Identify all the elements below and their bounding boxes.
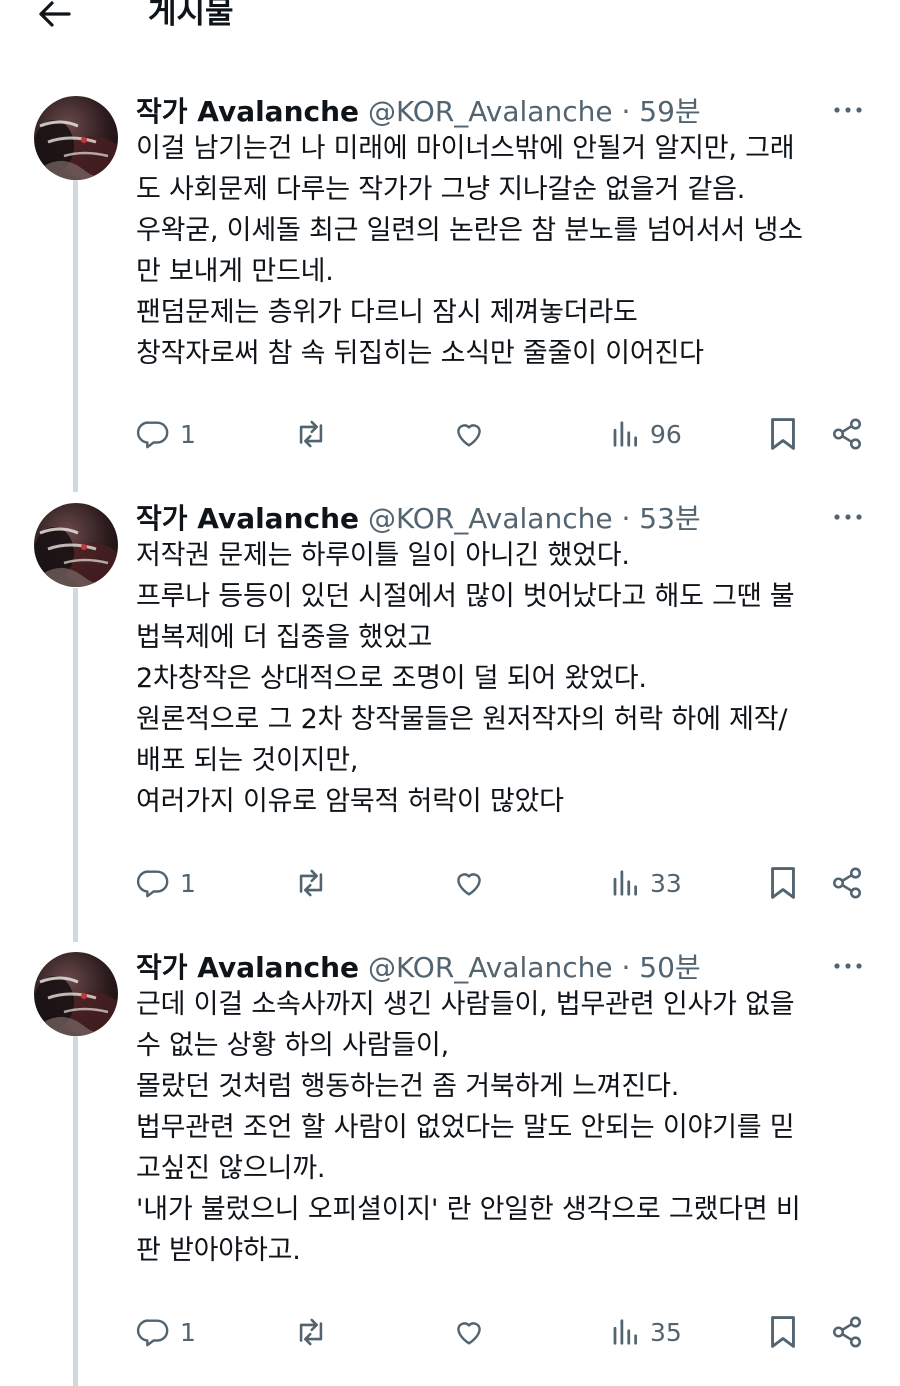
- timestamp[interactable]: 50분: [639, 951, 700, 984]
- page-title: 게시물: [148, 0, 234, 31]
- avatar-artwork: [34, 527, 118, 587]
- repost-button[interactable]: [292, 412, 340, 456]
- avatar[interactable]: [34, 952, 118, 1036]
- like-button[interactable]: [451, 861, 497, 905]
- avatar-artwork: [34, 120, 118, 180]
- like-button[interactable]: [451, 1310, 497, 1354]
- repost-icon: [299, 869, 323, 897]
- repost-icon: [299, 420, 323, 448]
- share-icon: [832, 1316, 862, 1348]
- repost-button[interactable]: [292, 1310, 340, 1354]
- bookmark-icon: [771, 867, 795, 899]
- like-icon: [457, 873, 481, 896]
- share-button[interactable]: [830, 412, 864, 456]
- tweet-actions-bar: 1 35: [0, 1310, 900, 1354]
- reply-count: 1: [180, 419, 196, 449]
- share-button[interactable]: [830, 861, 864, 905]
- tweet-text: 근데 이걸 소속사까지 생긴 사람들이, 법무관련 인사가 없을 수 없는 상황…: [136, 989, 801, 1266]
- views-count: 33: [650, 868, 682, 898]
- views-icon: [613, 870, 637, 896]
- views-count: 35: [650, 1317, 682, 1347]
- more-options-button[interactable]: [830, 98, 866, 122]
- more-icon: [834, 514, 862, 520]
- arrow-left-icon: [39, 1, 71, 27]
- tweet-actions-bar: 1 33: [0, 861, 900, 905]
- bookmark-button[interactable]: [768, 412, 798, 456]
- reply-icon: [136, 870, 169, 898]
- author-handle[interactable]: @KOR_Avalanche: [368, 95, 613, 128]
- top-bar: 게시물: [0, 0, 900, 40]
- separator-dot: ·: [621, 502, 631, 535]
- tweet-header: 작가 Avalanche @KOR_Avalanche · 53분: [136, 501, 701, 537]
- back-button[interactable]: [36, 0, 72, 28]
- reply-button[interactable]: 1: [136, 861, 196, 905]
- tweet-header: 작가 Avalanche @KOR_Avalanche · 59분: [136, 94, 701, 130]
- bookmark-icon: [771, 418, 795, 450]
- like-button[interactable]: [451, 412, 497, 456]
- more-options-button[interactable]: [830, 505, 866, 529]
- separator-dot: ·: [621, 951, 631, 984]
- tweet-header: 작가 Avalanche @KOR_Avalanche · 50분: [136, 950, 701, 986]
- share-icon: [832, 418, 862, 450]
- views-icon: [613, 421, 637, 447]
- like-icon: [457, 1322, 481, 1345]
- reply-button[interactable]: 1: [136, 1310, 196, 1354]
- bookmark-icon: [771, 1316, 795, 1348]
- tweet[interactable]: 작가 Avalanche @KOR_Avalanche · 59분 이걸 남기는건…: [0, 94, 900, 526]
- reply-count: 1: [180, 1317, 196, 1347]
- share-icon: [832, 867, 862, 899]
- views-count: 96: [650, 419, 682, 449]
- author-name[interactable]: 작가 Avalanche: [136, 95, 359, 128]
- views-button[interactable]: 96: [610, 412, 682, 456]
- timestamp[interactable]: 53분: [639, 502, 700, 535]
- reply-icon: [136, 421, 169, 449]
- more-icon: [834, 963, 862, 969]
- reply-count: 1: [180, 868, 196, 898]
- timestamp[interactable]: 59분: [639, 95, 700, 128]
- views-icon: [613, 1319, 637, 1345]
- share-button[interactable]: [830, 1310, 864, 1354]
- avatar-artwork: [34, 976, 118, 1036]
- avatar[interactable]: [34, 96, 118, 180]
- repost-button[interactable]: [292, 861, 340, 905]
- avatar[interactable]: [34, 503, 118, 587]
- tweet-actions-bar: 1 96: [0, 412, 900, 456]
- author-name[interactable]: 작가 Avalanche: [136, 951, 359, 984]
- bookmark-button[interactable]: [768, 861, 798, 905]
- reply-icon: [136, 1319, 169, 1347]
- views-button[interactable]: 33: [610, 861, 682, 905]
- separator-dot: ·: [621, 95, 631, 128]
- repost-icon: [299, 1318, 323, 1346]
- reply-button[interactable]: 1: [136, 412, 196, 456]
- author-name[interactable]: 작가 Avalanche: [136, 502, 359, 535]
- author-handle[interactable]: @KOR_Avalanche: [368, 502, 613, 535]
- views-button[interactable]: 35: [610, 1310, 682, 1354]
- tweet-text: 이걸 남기는건 나 미래에 마이너스밖에 안될거 알지만, 그래 도 사회문제 …: [136, 133, 803, 369]
- bookmark-button[interactable]: [768, 1310, 798, 1354]
- author-handle[interactable]: @KOR_Avalanche: [368, 951, 613, 984]
- tweet-text: 저작권 문제는 하루이틀 일이 아니긴 했었다. 프루나 등등이 있던 시절에서…: [136, 540, 795, 817]
- more-options-button[interactable]: [830, 954, 866, 978]
- like-icon: [457, 424, 481, 447]
- more-icon: [834, 107, 862, 113]
